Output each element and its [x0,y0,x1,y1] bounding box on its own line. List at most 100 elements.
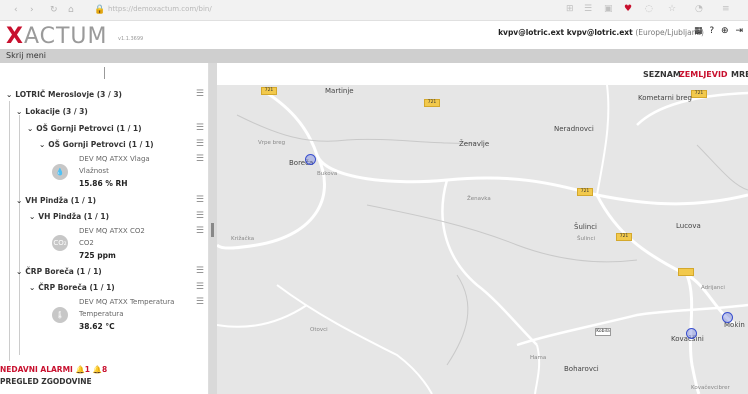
help-icon[interactable]: ? [709,26,714,36]
subgroup-menu-icon[interactable]: ☰ [196,282,204,292]
group-menu-icon[interactable]: ☰ [196,195,204,205]
place-label: Kovačevcibrer [691,385,730,391]
user-name: kvpv@lotric.ext kvpv@lotric.ext [498,28,633,37]
tree-subgroup-os-gornji-petrovci[interactable]: ⌄ OŠ Gornji Petrovci (1 / 1) [39,140,154,149]
hide-menu-bar[interactable]: Skrij meni [0,49,748,63]
tree-group-vh-pindza[interactable]: ⌄ VH Pindža (1 / 1) [16,196,96,205]
sensor-name[interactable]: DEV MQ ATXX Temperatura [79,298,174,306]
globe-icon[interactable]: ⊕ [721,26,729,36]
place-label: Ženavlje [459,140,490,148]
forward-icon[interactable]: › [30,5,34,15]
sensor-type: Vlažnost [79,167,109,175]
road-badge: 721 [577,188,593,196]
group-menu-icon[interactable]: ☰ [196,123,204,133]
sensor-type: CO2 [79,239,94,247]
reload-icon[interactable]: ↻ [50,5,58,15]
place-label: Boharovci [564,365,599,373]
humidity-icon: 💧 [52,164,68,180]
tree-line [9,101,10,361]
road-badge: Kobila [595,328,611,336]
hide-menu-label[interactable]: Skrij meni [6,51,46,60]
sensor-type: Temperatura [79,310,124,318]
logout-icon[interactable]: ⇥ [735,26,743,36]
panel-splitter[interactable] [209,63,217,394]
grid-icon[interactable]: ⊞ [566,4,574,14]
map-view[interactable]: 721 721 721 721 721 Kobila Martinje Kome… [217,85,748,394]
splitter-grip[interactable] [211,223,214,237]
place-label: Šulinci [574,223,597,231]
url-bar[interactable]: https://demoxactum.com/bin/ [108,5,212,13]
place-label: Neradnovci [554,125,594,133]
calendar-icon[interactable]: ▦ [694,26,703,36]
tab-list[interactable]: SEZNAM [643,70,681,79]
extension-icon[interactable]: ▣ [604,4,613,14]
recent-alarms-link[interactable]: NEDAVNI ALARMI 🔔1 🔔8 [0,365,107,374]
map-nav: SEZNAM ZEMLJEVID MRE [217,63,748,85]
tree-root[interactable]: ⌄ LOTRIČ Meroslovje (3 / 3) [6,90,122,99]
road-badge: 721 [691,90,707,98]
place-label: Ženavka [467,196,491,202]
root-menu-icon[interactable]: ☰ [196,89,204,99]
tree-group-os-gornji-petrovci[interactable]: ⌄ OŠ Gornji Petrovci (1 / 1) [27,124,142,133]
tree-subgroup-vh-pindza[interactable]: ⌄ VH Pindža (1 / 1) [29,212,109,221]
sidebar: ⌄ LOTRIČ Meroslovje (3 / 3) ☰ ⌄ Lokacije (… [0,63,209,394]
thermometer-icon: 🌡 [52,307,68,323]
version-label: v1.1.3699 [118,36,144,42]
recent-alarms-label[interactable]: NEDAVNI ALARMI [0,365,73,374]
place-label: Otovci [310,327,328,333]
sensor-name[interactable]: DEV MQ ATXX CO2 [79,227,145,235]
map-marker-boreca[interactable] [305,154,316,165]
road-badge: 721 [424,99,440,107]
user-info: kvpv@lotric.ext kvpv@lotric.ext (Europe/… [498,28,704,37]
place-label: Križačka [231,236,255,242]
group-menu-icon[interactable]: ☰ [196,266,204,276]
place-label: Bukova [317,171,338,177]
tab-network[interactable]: MRE [731,70,748,79]
home-icon[interactable]: ⌂ [68,5,74,15]
sensor-value: 725 ppm [79,251,116,260]
shield-icon[interactable]: ◔ [695,4,703,14]
sensor-menu-icon[interactable]: ☰ [196,226,204,236]
sync-icon[interactable]: ◌ [645,4,653,14]
alarm-red-count: 1 [84,365,91,374]
alarm-black-count: 8 [101,365,108,374]
sensor-value: 38.62 °C [79,322,115,331]
tree-line [19,115,20,355]
map-marker-kovacsini[interactable] [686,328,697,339]
place-label: Kometarni breg [638,94,692,102]
share-icon[interactable]: ☆ [668,4,676,14]
reader-icon[interactable]: ☰ [584,4,592,14]
place-label: Šulinci [577,236,596,242]
history-link[interactable]: PREGLED ZGODOVINE [0,377,92,386]
tree-locations[interactable]: ⌄ Lokacije (3 / 3) [16,107,88,116]
alarm-black-icon: 🔔 [92,365,102,374]
road-badge: 721 [261,87,277,95]
sensor-menu-icon[interactable]: ☰ [196,154,204,164]
lock-icon: 🔒 [94,5,106,15]
sensor-name[interactable]: DEV MQ ATXX Vlaga [79,155,150,163]
browser-toolbar: ‹ › ↻ ⌂ 🔒 https://demoxactum.com/bin/ ⊞ … [0,0,748,21]
place-label: Vrpe breg [258,140,286,146]
sensor-value: 15.86 % RH [79,179,128,188]
place-label: Adrijanci [701,285,725,291]
tab-map[interactable]: ZEMLJEVID [679,70,728,79]
subgroup-menu-icon[interactable]: ☰ [196,139,204,149]
subgroup-menu-icon[interactable]: ☰ [196,211,204,221]
place-label: Hama [530,355,547,361]
place-label: Martinje [325,87,354,95]
menu-icon[interactable]: ≡ [722,4,730,14]
tree-group-crp-boreca[interactable]: ⌄ ČRP Boreča (1 / 1) [16,267,102,276]
back-icon[interactable]: ‹ [14,5,18,15]
road-badge [678,268,694,276]
xactum-logo[interactable]: XACTUM [6,24,108,49]
app-header: XACTUM v1.1.3699 kvpv@lotric.ext kvpv@lo… [0,21,748,49]
map-marker-mokin[interactable] [722,312,733,323]
map-roads [217,85,748,394]
road-badge: 721 [616,233,632,241]
search-cursor[interactable] [104,67,105,79]
tree-subgroup-crp-boreca[interactable]: ⌄ ČRP Boreča (1 / 1) [29,283,115,292]
pocket-icon[interactable]: ♥ [624,4,632,14]
sensor-menu-icon[interactable]: ☰ [196,297,204,307]
header-icons: ▦ ? ⊕ ⇥ [690,26,743,36]
alarm-red-icon: 🔔 [75,365,85,374]
